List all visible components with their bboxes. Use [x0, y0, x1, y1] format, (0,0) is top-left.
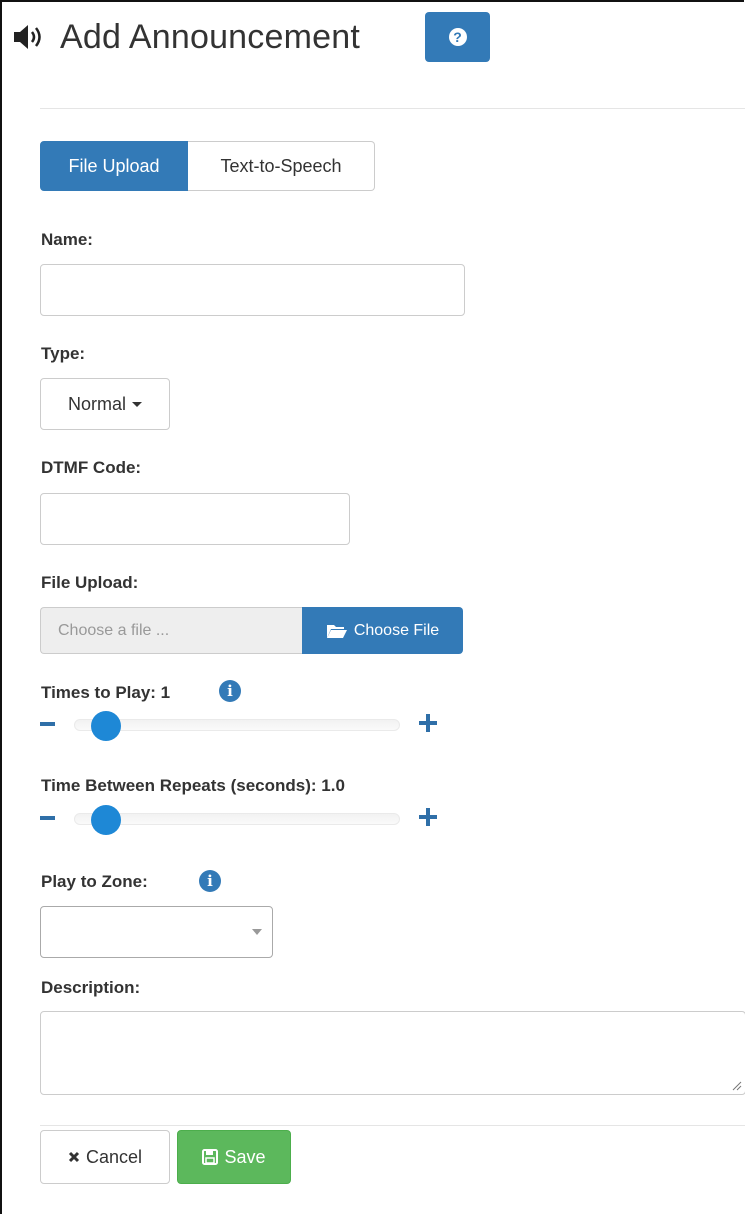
save-label: Save [224, 1146, 266, 1167]
times-to-play-slider [40, 710, 440, 741]
dtmf-label: DTMF Code: [41, 458, 142, 477]
choose-file-label: Choose File [353, 621, 440, 639]
source-tabs: File Upload Text-to-Speech [40, 141, 375, 191]
dtmf-input[interactable] [40, 493, 350, 545]
cancel-label: Cancel [85, 1146, 143, 1167]
minus-icon[interactable] [40, 722, 55, 726]
page-title: Add Announcement [60, 17, 360, 56]
volume-icon [14, 25, 41, 49]
info-icon[interactable]: i [219, 680, 241, 702]
slider-knob[interactable] [91, 805, 121, 835]
caret-down-icon [252, 929, 262, 935]
question-circle-icon: ? [448, 28, 467, 46]
play-to-zone-label: Play to Zone: [41, 872, 148, 891]
type-dropdown[interactable]: Normal [40, 378, 170, 430]
caret-down-icon [132, 401, 142, 407]
file-upload-group: Choose a file ... Choose File [40, 607, 463, 654]
time-between-slider [40, 804, 440, 835]
name-input[interactable] [40, 264, 465, 316]
description-label: Description: [41, 978, 141, 997]
minus-icon[interactable] [40, 816, 55, 820]
choose-file-button[interactable]: Choose File [302, 607, 463, 654]
type-label: Type: [41, 344, 86, 363]
file-upload-label: File Upload: [41, 573, 139, 592]
time-between-label: Time Between Repeats (seconds): 1.0 [41, 776, 345, 795]
header: Add Announcement [12, 10, 360, 64]
zone-select[interactable] [40, 906, 273, 958]
description-textarea[interactable] [40, 1011, 745, 1095]
help-button[interactable]: ? [425, 12, 490, 62]
type-selected: Normal [67, 393, 126, 414]
floppy-disk-icon [202, 1149, 219, 1165]
slider-track[interactable] [74, 813, 400, 825]
info-icon[interactable]: i [199, 870, 221, 892]
resize-handle-icon[interactable] [732, 1081, 742, 1091]
tab-file-upload[interactable]: File Upload [40, 141, 188, 191]
divider-bottom [40, 1125, 745, 1126]
slider-knob[interactable] [91, 711, 121, 741]
close-icon [68, 1151, 80, 1163]
name-label: Name: [41, 230, 93, 249]
plus-icon[interactable] [419, 714, 437, 732]
times-to-play-label: Times to Play: 1 [41, 683, 171, 702]
cancel-button[interactable]: Cancel [40, 1130, 170, 1184]
save-button[interactable]: Save [177, 1130, 291, 1184]
plus-icon[interactable] [419, 808, 437, 826]
divider-top [40, 108, 745, 109]
file-name-field[interactable]: Choose a file ... [40, 607, 302, 654]
folder-open-icon [326, 624, 347, 638]
tab-text-to-speech[interactable]: Text-to-Speech [188, 141, 375, 191]
slider-track[interactable] [74, 719, 400, 731]
